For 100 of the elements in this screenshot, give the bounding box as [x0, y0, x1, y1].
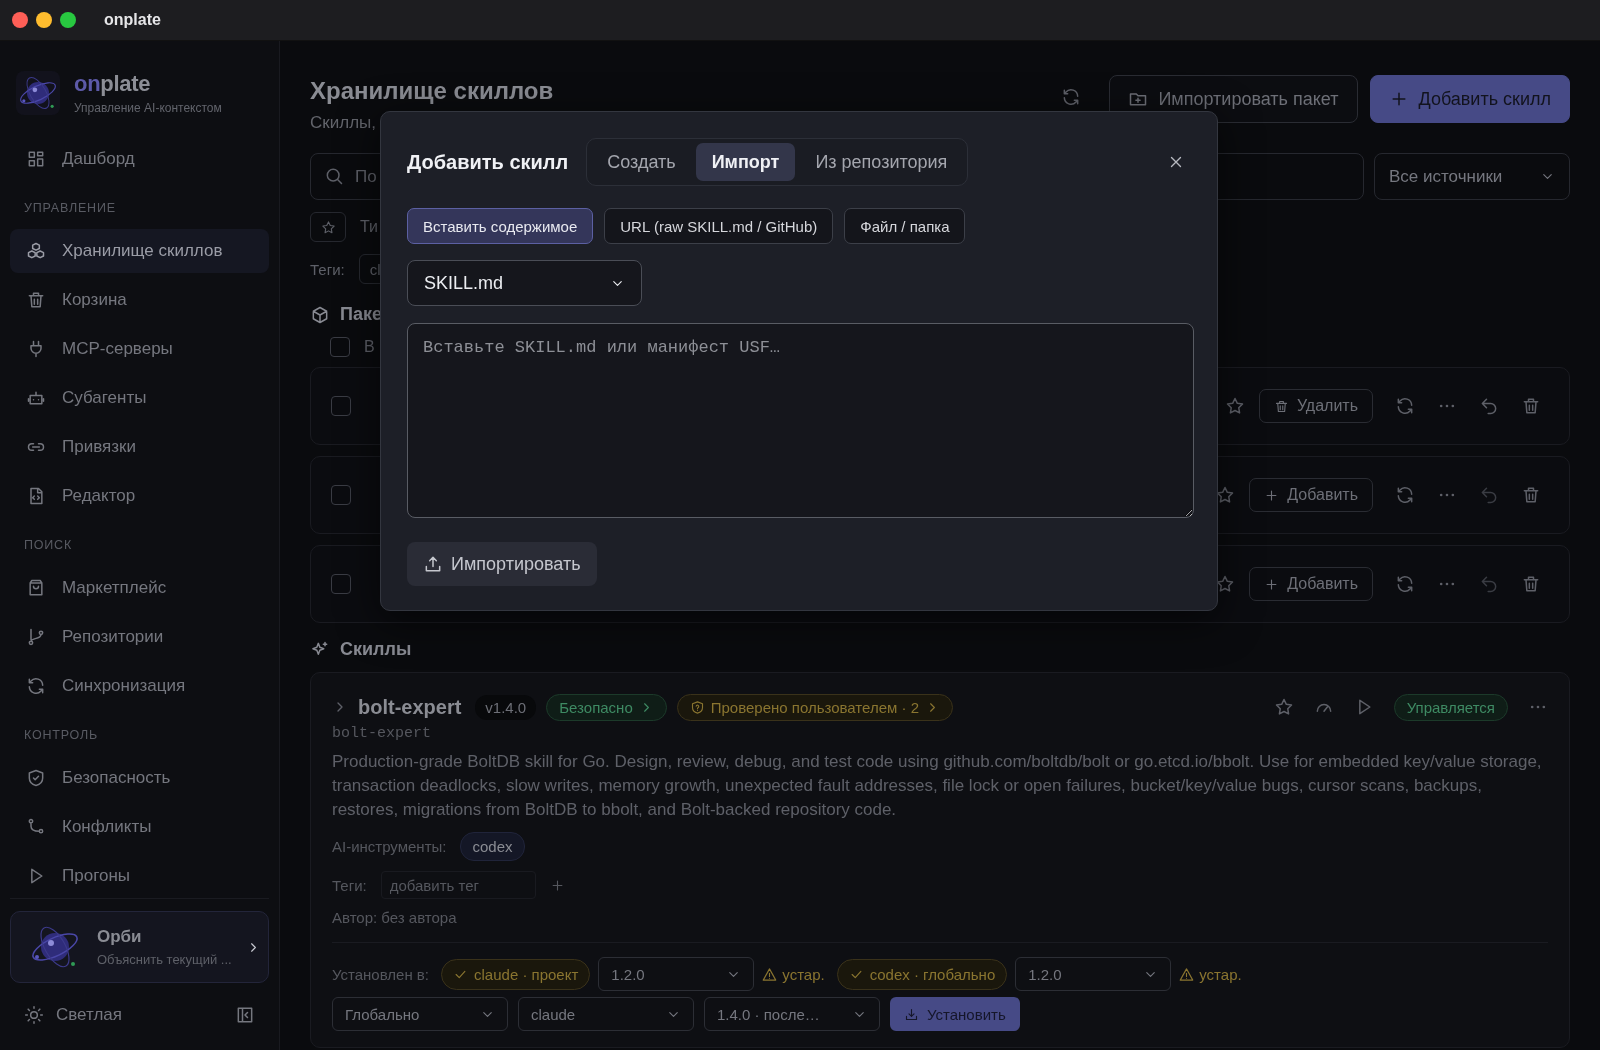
window-title: onplate [104, 11, 161, 29]
trash-icon [1273, 398, 1289, 414]
star-icon[interactable] [1215, 574, 1236, 594]
tags-label: Теги: [310, 260, 345, 278]
select-all-label: В [364, 338, 375, 356]
outdated-label: устар. [1199, 965, 1242, 983]
import-button[interactable]: Импортировать [407, 542, 597, 586]
cubes-icon [26, 241, 46, 261]
section-title: Паке [340, 304, 382, 325]
nav-item[interactable]: Хранилище скиллов [10, 229, 269, 273]
dialog-title: Добавить скилл [407, 150, 569, 174]
section-heading: ПОИСК [24, 538, 73, 552]
status-badge: Управляется [1393, 693, 1508, 721]
assistant-card[interactable]: Орби Объяснить текущий ... [10, 911, 269, 983]
add-button[interactable]: Добавить [1249, 567, 1373, 601]
nav-item[interactable]: Конфликты [10, 805, 269, 849]
install-target-chip: claude · проект [441, 958, 591, 990]
branch-icon [26, 627, 46, 647]
assistant-name: Орби [97, 927, 143, 947]
undo-icon[interactable] [1479, 574, 1499, 594]
page-subtitle: Скиллы, [310, 113, 377, 133]
source-option[interactable]: Вставить содержимое [407, 208, 594, 244]
section-heading: УПРАВЛЕНИЕ [24, 201, 117, 215]
source-option[interactable]: Файл / папка [844, 208, 966, 244]
type-filter-label: Ти [360, 218, 378, 236]
trash-icon[interactable] [1521, 574, 1541, 594]
nav-item[interactable]: Редактор [10, 474, 269, 518]
checkbox[interactable] [331, 485, 351, 505]
zoom-button[interactable] [60, 12, 76, 28]
nav-item[interactable]: Прогоны [10, 854, 269, 898]
brand-subtitle: Управление AI-контекстом [74, 101, 222, 115]
undo-icon[interactable] [1479, 396, 1499, 416]
nav-item[interactable]: MCP-серверы [10, 327, 269, 371]
version-dropdown[interactable]: 1.4.0 · после… [704, 997, 880, 1031]
refresh-icon[interactable] [1395, 574, 1415, 594]
tab[interactable]: Создать [591, 143, 692, 181]
sun-icon [24, 1005, 44, 1025]
remove-button[interactable]: Удалить [1258, 389, 1373, 423]
plus-icon [1264, 487, 1280, 503]
nav-item[interactable]: Маркетплейс [10, 566, 269, 610]
tools-label: AI-инструменты: [332, 838, 447, 855]
star-icon[interactable] [1215, 485, 1236, 505]
page-title: Хранилище скиллов [310, 77, 554, 105]
skill-slug: bolt-expert [332, 725, 433, 742]
nav-item[interactable]: Корзина [10, 278, 269, 322]
checkbox[interactable] [330, 337, 350, 357]
warning-icon [1179, 966, 1195, 982]
checkbox[interactable] [331, 574, 351, 594]
favorites-button[interactable] [310, 212, 346, 242]
tool-dropdown[interactable]: claude [518, 997, 694, 1031]
verified-badge[interactable]: Проверено пользователем · 2 [676, 693, 953, 721]
undo-icon[interactable] [1479, 485, 1499, 505]
nav-item[interactable]: Репозитории [10, 615, 269, 659]
collapse-sidebar-icon[interactable] [235, 1005, 255, 1025]
skill-description: Production-grade BoltDB skill for Go. Design, review, debug, and test code using github.com/boltdb/bolt or go.etcd.io/bbolt. Use for embedded key/value storage, transaction deadlocks, slow writes, memory growth, unexpected fault addresses, file lock or open failures, bucket/key/value bugs, cursor scans, backups, restores, migrations from BoltDB to bbolt, and Bolt-backed repository code. [332, 751, 1543, 821]
shield-icon [689, 699, 705, 715]
trash-icon[interactable] [1521, 396, 1541, 416]
sync-icon [26, 676, 46, 696]
tab[interactable]: Импорт [695, 143, 796, 181]
trash-icon[interactable] [1521, 485, 1541, 505]
skill-name: bolt-expert [358, 695, 462, 719]
bag-icon [26, 578, 46, 598]
scope-dropdown[interactable]: Глобально [332, 997, 508, 1031]
upload-icon [423, 554, 443, 574]
star-icon[interactable] [1273, 697, 1294, 717]
tool-chip: codex [460, 832, 525, 861]
checkbox[interactable] [331, 396, 351, 416]
nav-item[interactable]: Дашборд [10, 137, 269, 181]
refresh-icon[interactable] [1395, 396, 1415, 416]
install-target-chip: codex · глобально [836, 958, 1008, 990]
brand-name: onplate [74, 71, 152, 97]
content-field[interactable]: Вставьте SKILL.md или манифест USF… [407, 323, 1194, 518]
source-dropdown[interactable]: Все источники [1374, 153, 1570, 200]
tag-input[interactable]: добавить тег [380, 871, 536, 899]
add-skill-button[interactable]: Добавить скилл [1369, 75, 1570, 123]
format-dropdown[interactable]: SKILL.md [407, 260, 642, 306]
refresh-icon[interactable] [1395, 485, 1415, 505]
nav-item[interactable]: Безопасность [10, 756, 269, 800]
nav-item[interactable]: Субагенты [10, 376, 269, 420]
nav-item[interactable]: Привязки [10, 425, 269, 469]
logo-icon [16, 71, 60, 115]
star-icon[interactable] [1224, 396, 1245, 416]
tab[interactable]: Из репозитория [799, 143, 964, 181]
version-dropdown[interactable]: 1.2.0 [598, 957, 755, 991]
download-icon [904, 1006, 919, 1022]
cube-icon [310, 304, 330, 325]
nav-item[interactable]: Синхронизация [10, 664, 269, 708]
minimize-button[interactable] [36, 12, 52, 28]
add-button[interactable]: Добавить [1249, 478, 1373, 512]
version-badge: v1.4.0 [475, 694, 537, 720]
source-option[interactable]: URL (raw SKILL.md / GitHub) [604, 208, 834, 244]
install-button[interactable]: Установить [890, 997, 1020, 1031]
plus-icon[interactable] [549, 877, 565, 893]
safety-badge[interactable]: Безопасно [546, 693, 667, 721]
section-heading: КОНТРОЛЬ [24, 728, 99, 742]
version-dropdown[interactable]: 1.2.0 [1015, 957, 1172, 991]
close-button[interactable] [12, 12, 28, 28]
theme-toggle[interactable]: Светлая [10, 993, 269, 1037]
shield-icon [26, 768, 46, 788]
installed-label: Установлен в: [332, 965, 429, 983]
